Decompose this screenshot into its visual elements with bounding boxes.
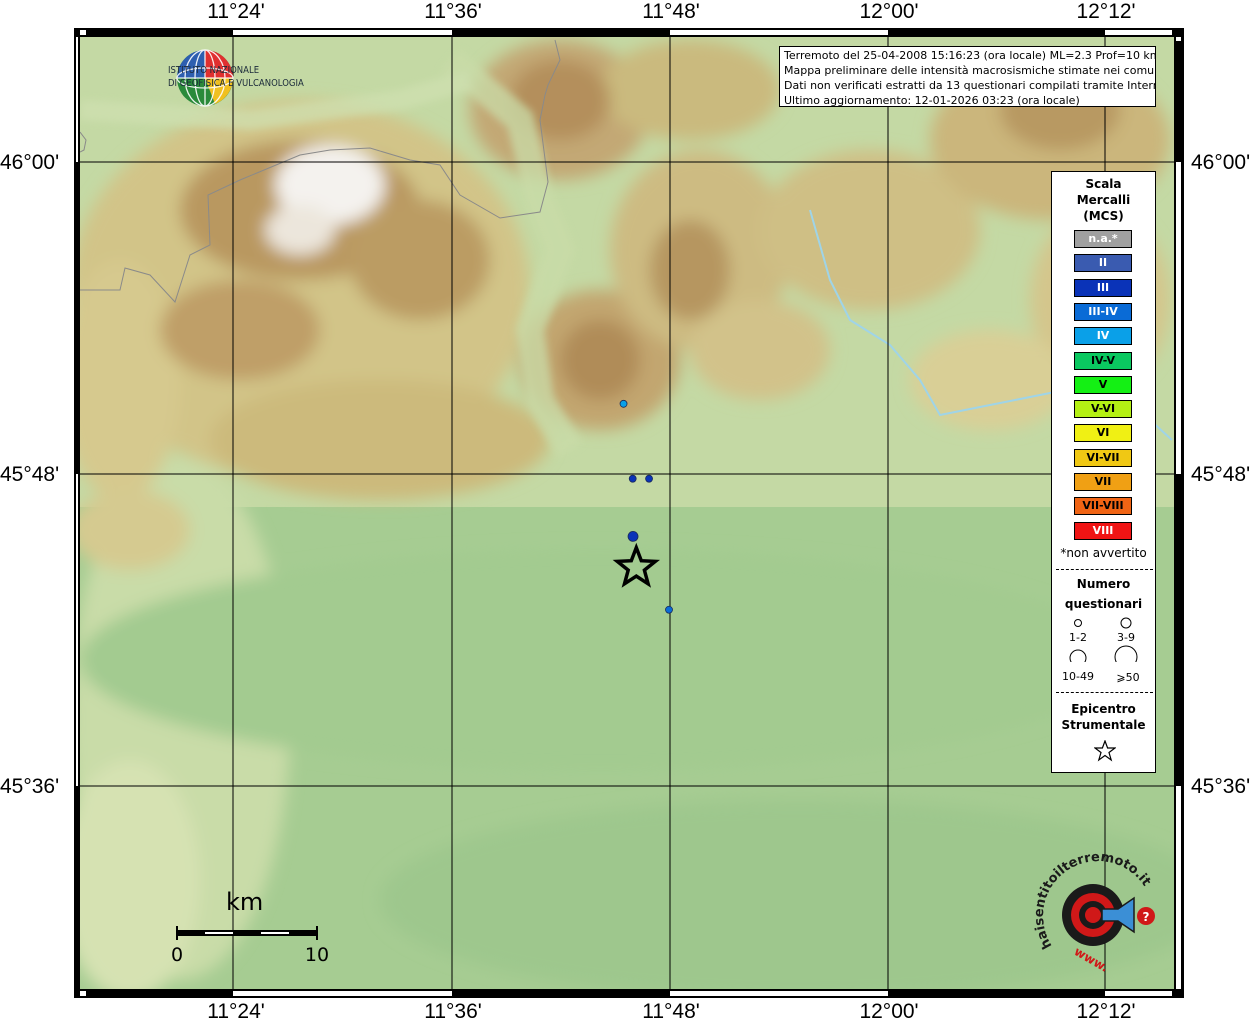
lon-label-bottom: 11°36' <box>424 1000 482 1023</box>
ingv-name: ISTITUTO NAZIONALE DI GEOFISICA E VULCAN… <box>168 64 304 90</box>
legend-title: Mercalli <box>1076 193 1131 207</box>
observation-marker <box>645 474 653 483</box>
lat-label-left: 45°48' <box>0 463 60 486</box>
count-label: ⩾50 <box>1116 671 1140 684</box>
legend-swatch: VI-VII <box>1074 448 1132 467</box>
scale-bar-unit: km <box>226 888 264 916</box>
legend-swatch: IV-V <box>1074 351 1132 370</box>
legend-title: Scala <box>1085 177 1122 191</box>
legend-title: (MCS) <box>1083 209 1124 223</box>
count-symbol <box>1114 645 1138 662</box>
count-label: 10-49 <box>1062 670 1094 683</box>
count-label: 1-2 <box>1069 631 1087 644</box>
legend-swatch: VII <box>1074 473 1132 491</box>
event-info-line: Dati non verificati estratti da 13 quest… <box>784 79 1156 92</box>
lon-label-top: 12°12' <box>1076 0 1136 23</box>
event-info-box: Terremoto del 25-04-2008 15:16:23 (ora l… <box>779 46 1156 107</box>
lon-label-bottom: 11°24' <box>207 1000 265 1023</box>
observation-marker <box>628 474 637 483</box>
count-title: Numero <box>1076 577 1131 591</box>
count-symbol <box>1074 619 1082 627</box>
event-info-line: Mappa preliminare delle intensità macros… <box>784 64 1156 77</box>
legend-swatch: IV <box>1074 327 1132 346</box>
count-title: questionari <box>1064 597 1143 611</box>
ingv-name-line2: DI GEOFISICA E VULCANOLOGIA <box>168 78 304 89</box>
count-symbol <box>1120 617 1132 629</box>
lon-label-top: 11°36' <box>424 0 482 23</box>
scale-bar-max: 10 <box>304 944 330 966</box>
observation-marker <box>619 399 628 408</box>
legend-swatch: II <box>1074 254 1132 273</box>
legend-swatch: III-IV <box>1074 302 1132 321</box>
legend-swatch: VIII <box>1074 521 1132 540</box>
lon-label-top: 11°48' <box>642 0 700 23</box>
legend-note: *non avvertito <box>1060 546 1147 560</box>
legend-swatch: n.a.* <box>1074 230 1132 248</box>
lon-label-bottom: 12°00' <box>859 1000 919 1023</box>
legend-swatch: VII-VIII <box>1074 497 1132 516</box>
count-label: 3-9 <box>1117 631 1135 644</box>
ingv-name-line1: ISTITUTO NAZIONALE <box>168 65 260 76</box>
lon-label-bottom: 12°12' <box>1076 1000 1136 1023</box>
intensity-legend: Scala Mercalli (MCS) n.a.* II III III-IV IV I… <box>1051 171 1156 773</box>
legend-divider <box>1056 692 1153 693</box>
terrain-layer <box>80 37 1174 989</box>
event-info-line: Terremoto del 25-04-2008 15:16:23 (ora l… <box>784 49 1156 62</box>
svg-text:?: ? <box>1143 910 1150 924</box>
legend-swatch: III <box>1074 278 1132 297</box>
epicenter-title: Strumentale <box>1061 718 1146 732</box>
legend-swatch: V-VI <box>1074 400 1132 419</box>
scale-bar-min: 0 <box>170 944 184 966</box>
legend-divider <box>1056 569 1153 570</box>
lat-label-left: 45°36' <box>0 775 60 798</box>
legend-swatch: V <box>1074 375 1132 394</box>
legend-swatch: VI <box>1074 424 1132 443</box>
lat-label-right: 45°48' <box>1191 463 1251 486</box>
event-info-line: Ultimo aggiornamento: 12-01-2026 03:23 (… <box>784 94 1080 107</box>
count-symbol <box>1069 649 1087 662</box>
star-icon <box>1094 740 1116 762</box>
lat-label-right: 45°36' <box>1191 775 1251 798</box>
lon-label-top: 11°24' <box>207 0 265 23</box>
lat-label-left: 46°00' <box>0 151 60 174</box>
epicenter-title: Epicentro <box>1071 702 1136 716</box>
observation-marker <box>665 605 673 614</box>
lon-label-bottom: 11°48' <box>642 1000 700 1023</box>
lat-label-right: 46°00' <box>1191 151 1251 174</box>
lon-label-top: 12°00' <box>859 0 919 23</box>
observation-marker <box>627 531 639 542</box>
